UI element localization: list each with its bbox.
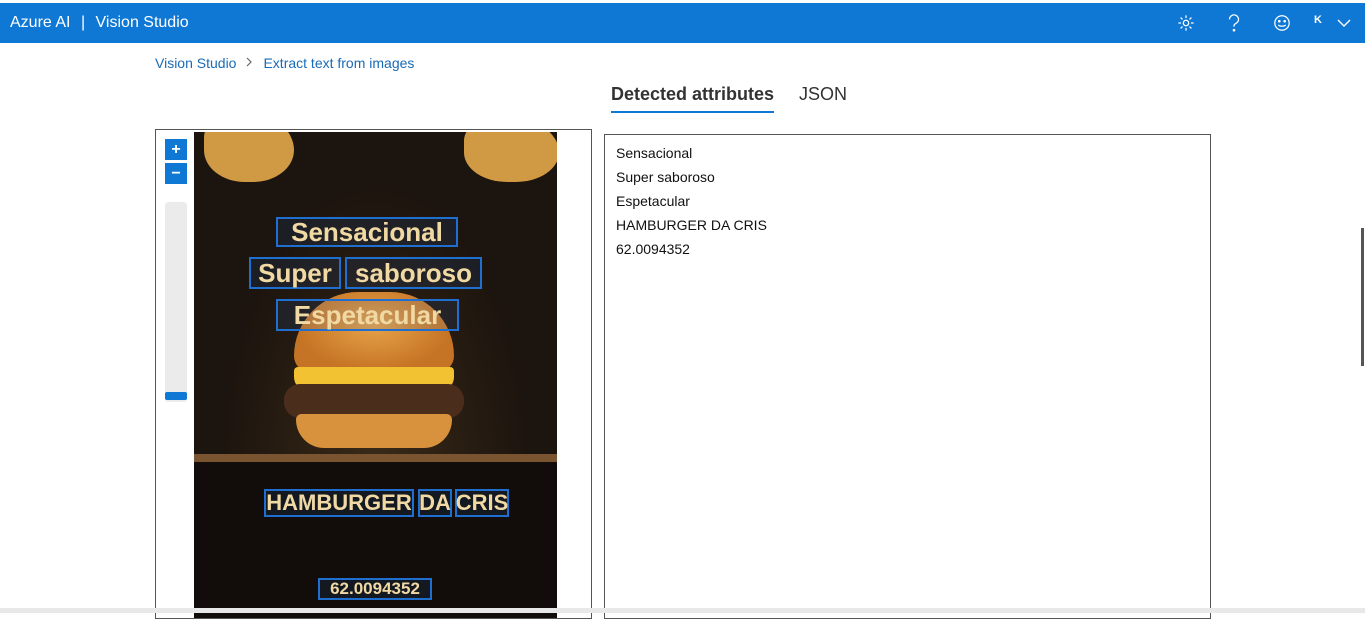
breadcrumb: Vision Studio Extract text from images [155,55,414,71]
uploaded-image: Sensacional Super saboroso Espetacular H… [194,132,557,618]
page-bottom-edge [0,608,1365,613]
zoom-slider-track[interactable] [165,202,187,402]
title-separator: | [80,14,86,31]
ocr-bounding-box[interactable]: CRIS [455,489,509,517]
tab-json[interactable]: JSON [799,84,847,113]
ocr-bounding-box[interactable]: saboroso [345,257,482,289]
breadcrumb-current-link[interactable]: Extract text from images [263,55,414,71]
app-name: Azure AI [10,14,71,31]
breadcrumb-chevron-icon [246,56,253,70]
ocr-bounding-box[interactable]: 62.0094352 [318,578,432,600]
zoom-out-button[interactable]: − [165,163,187,184]
smiley-icon[interactable] [1272,13,1292,33]
tab-detected-attributes[interactable]: Detected attributes [611,84,775,113]
detected-text-line: 62.0094352 [616,241,690,257]
avatar[interactable]: K [1314,14,1322,26]
chevron-down-icon[interactable] [1334,13,1354,33]
result-tabs: Detected attributes JSON [611,84,872,113]
breadcrumb-root-link[interactable]: Vision Studio [155,55,236,71]
gear-icon[interactable] [1176,13,1196,33]
detected-text-line: HAMBURGER DA CRIS [616,217,767,233]
ocr-bounding-box[interactable]: DA [418,489,452,517]
help-icon[interactable] [1224,13,1244,33]
detected-text-line: Espetacular [616,193,690,209]
brush-stroke-decoration [464,132,557,182]
ocr-bounding-box[interactable]: Espetacular [276,299,459,331]
top-bar: Azure AI | Vision Studio K [0,3,1365,43]
ocr-bounding-box[interactable]: Super [249,257,341,289]
product-name: Vision Studio [95,14,189,31]
zoom-in-button[interactable]: + [165,139,187,160]
page-scrollbar[interactable] [1361,228,1364,366]
app-title[interactable]: Azure AI | Vision Studio [10,14,195,32]
patty [284,384,464,418]
detected-text-line: Sensacional [616,145,693,161]
detected-text-line: Super saboroso [616,169,715,185]
ocr-bounding-box[interactable]: HAMBURGER [264,489,414,517]
ocr-bounding-box[interactable]: Sensacional [276,217,458,247]
bun-bottom [296,414,452,448]
zoom-slider-handle[interactable] [165,392,187,400]
image-viewer: + − Sensacional Super saboroso Espetacul… [155,129,592,619]
detected-text-panel: Sensacional Super saboroso Espetacular H… [604,134,1211,619]
